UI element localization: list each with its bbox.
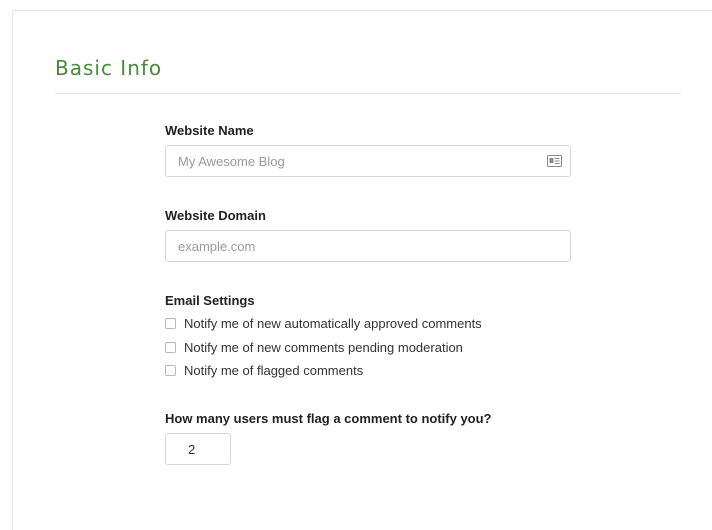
notify-flagged-label: Notify me of flagged comments [184, 362, 364, 378]
notify-approved-checkbox[interactable] [165, 317, 176, 329]
flag-threshold-input[interactable] [166, 434, 232, 464]
website-name-label: Website Name [165, 123, 254, 138]
settings-card: Basic Info Website Name Website Domain E… [12, 10, 712, 530]
notify-pending-label: Notify me of new comments pending modera… [184, 339, 463, 355]
notify-pending-option[interactable]: Notify me of new comments pending modera… [165, 338, 463, 356]
website-name-input[interactable] [166, 146, 550, 176]
section-divider [55, 93, 681, 94]
notify-flagged-checkbox[interactable] [165, 364, 176, 376]
notify-pending-checkbox[interactable] [165, 341, 176, 353]
notify-flagged-option[interactable]: Notify me of flagged comments [165, 361, 363, 379]
website-name-field[interactable] [165, 145, 571, 177]
website-domain-input[interactable] [166, 231, 550, 261]
website-domain-field[interactable] [165, 230, 571, 262]
flag-threshold-label: How many users must flag a comment to no… [165, 411, 492, 426]
notify-approved-option[interactable]: Notify me of new automatically approved … [165, 314, 482, 332]
email-settings-label: Email Settings [165, 293, 255, 308]
section-title: Basic Info [55, 56, 163, 80]
notify-approved-label: Notify me of new automatically approved … [184, 315, 482, 331]
website-domain-label: Website Domain [165, 208, 266, 223]
flag-threshold-field[interactable] [165, 433, 232, 465]
id-card-icon [547, 155, 562, 167]
